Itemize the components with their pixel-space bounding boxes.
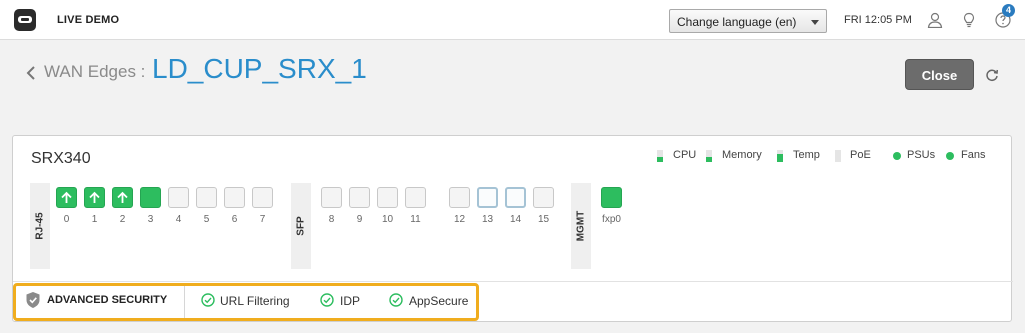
device-panel: SRX340 CPU Memory Temp PoE PSUs Fans RJ-… xyxy=(12,135,1013,322)
port-label: 15 xyxy=(537,214,550,225)
legend-cpu: CPU xyxy=(673,149,697,161)
security-divider xyxy=(13,281,1013,282)
port-label: 7 xyxy=(259,214,266,225)
port-15[interactable] xyxy=(533,187,554,208)
port-label: fxp0 xyxy=(602,214,621,225)
port-label: 3 xyxy=(147,214,154,225)
port-2[interactable] xyxy=(112,187,133,208)
security-separator xyxy=(184,286,185,318)
language-select-value: Change language (en) xyxy=(677,15,797,29)
check-circle-icon xyxy=(320,293,334,307)
lightbulb-icon[interactable] xyxy=(961,12,977,28)
port-8[interactable] xyxy=(321,187,342,208)
port-14[interactable] xyxy=(505,187,526,208)
org-name[interactable]: LIVE DEMO xyxy=(57,14,119,26)
port-13[interactable] xyxy=(477,187,498,208)
memory-meter xyxy=(706,150,712,162)
port-fxp0[interactable] xyxy=(601,187,622,208)
refresh-icon[interactable] xyxy=(985,68,999,82)
close-button[interactable]: Close xyxy=(905,59,974,90)
top-bar: LIVE DEMO Change language (en) FRI 12:05… xyxy=(0,0,1025,40)
psus-status-dot xyxy=(893,152,901,160)
sfp-group-label: SFP xyxy=(291,183,311,269)
poe-meter xyxy=(835,150,841,162)
legend-psus: PSUs xyxy=(907,149,936,161)
port-label: 1 xyxy=(91,214,98,225)
port-7[interactable] xyxy=(252,187,273,208)
sfp-port-group: SFP 8 9 10 11 12 13 14 15 xyxy=(291,183,561,269)
shield-icon xyxy=(26,292,40,308)
rj45-group-label: RJ-45 xyxy=(30,183,50,269)
legend-poe: PoE xyxy=(850,149,871,161)
port-4[interactable] xyxy=(168,187,189,208)
help-badge: 4 xyxy=(1002,4,1015,17)
user-icon[interactable] xyxy=(927,12,943,28)
port-6[interactable] xyxy=(224,187,245,208)
mgmt-port-group: MGMT fxp0 xyxy=(571,183,631,269)
port-label: 4 xyxy=(175,214,182,225)
cpu-meter xyxy=(657,150,663,162)
temp-meter xyxy=(777,150,783,162)
port-label: 9 xyxy=(356,214,363,225)
port-label: 12 xyxy=(453,214,466,225)
port-11[interactable] xyxy=(405,187,426,208)
port-label: 0 xyxy=(63,214,70,225)
mgmt-group-label: MGMT xyxy=(571,183,591,269)
arrow-up-icon xyxy=(61,191,72,203)
legend-temp: Temp xyxy=(793,149,820,161)
breadcrumb[interactable]: WAN Edges : xyxy=(44,62,145,82)
port-label: 10 xyxy=(381,214,394,225)
fans-status-dot xyxy=(946,152,954,160)
feature-idp: IDP xyxy=(340,294,361,308)
port-label: 2 xyxy=(119,214,126,225)
chevron-down-icon xyxy=(811,20,819,25)
legend-memory: Memory xyxy=(722,149,762,161)
arrow-up-icon xyxy=(117,191,128,203)
page-title: LD_CUP_SRX_1 xyxy=(152,53,367,84)
port-label: 11 xyxy=(410,214,421,225)
advanced-security-title: ADVANCED SECURITY xyxy=(47,294,168,306)
port-3[interactable] xyxy=(140,187,161,208)
port-label: 13 xyxy=(481,214,494,225)
port-9[interactable] xyxy=(349,187,370,208)
clock: FRI 12:05 PM xyxy=(844,14,912,26)
language-select[interactable]: Change language (en) xyxy=(669,9,827,33)
port-5[interactable] xyxy=(196,187,217,208)
port-label: 8 xyxy=(328,214,335,225)
app-logo-icon[interactable] xyxy=(14,9,36,31)
device-model: SRX340 xyxy=(31,150,91,167)
feature-appsecure: AppSecure xyxy=(409,294,469,308)
port-12[interactable] xyxy=(449,187,470,208)
check-circle-icon xyxy=(201,293,215,307)
port-label: 6 xyxy=(231,214,238,225)
back-chevron-icon[interactable] xyxy=(26,66,36,83)
check-circle-icon xyxy=(389,293,403,307)
port-0[interactable] xyxy=(56,187,77,208)
rj45-port-group: RJ-45 0 1 2 3 4 5 6 7 xyxy=(30,183,280,269)
port-label: 5 xyxy=(203,214,210,225)
legend-fans: Fans xyxy=(961,149,986,161)
arrow-up-icon xyxy=(89,191,100,203)
port-1[interactable] xyxy=(84,187,105,208)
port-10[interactable] xyxy=(377,187,398,208)
port-label: 14 xyxy=(509,214,522,225)
feature-url-filtering: URL Filtering xyxy=(220,294,290,308)
